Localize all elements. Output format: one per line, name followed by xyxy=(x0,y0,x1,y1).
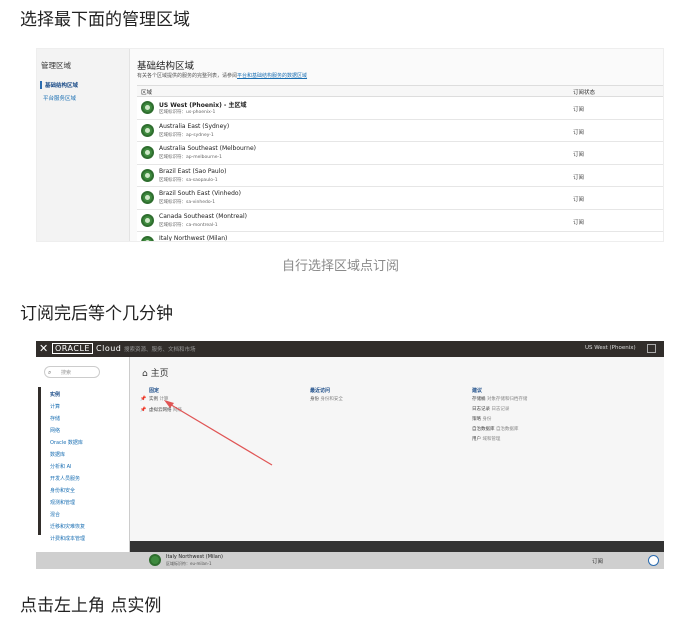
arrow-head xyxy=(164,400,174,408)
region-id: 区域标识符：ca-montreal-1 xyxy=(159,222,218,228)
globe-icon xyxy=(141,213,154,227)
table-header: 区域 订阅状态 xyxy=(137,86,663,97)
sidebar-title: 管理区域 xyxy=(41,61,71,70)
page-title: 基础结构区域 xyxy=(137,61,195,72)
admin-region-sidebar: 管理区域 基础结构区域 平台服务区域 xyxy=(37,49,130,241)
region-name: Australia East (Sydney) xyxy=(159,122,230,130)
table-row: US West (Phoenix) - 主区域 区域标识符：us-phoenix… xyxy=(137,97,663,120)
region-table: 区域 订阅状态 US West (Phoenix) - 主区域 区域标识符：us… xyxy=(137,85,663,242)
region-id: 区域标识符：ap-melbourne-1 xyxy=(159,155,222,160)
sidebar-item-infrastructure[interactable]: 基础结构区域 xyxy=(40,81,78,89)
region-name: Brazil East (Sao Paulo) xyxy=(159,167,227,175)
table-row: Canada Southeast (Montreal) 区域标识符：ca-mon… xyxy=(137,209,663,232)
region-subscription-screenshot: 管理区域 基础结构区域 平台服务区域 基础结构区域 有关各个区域提供的服务的完整… xyxy=(36,48,664,242)
region-id: 区域标识符：ap-sydney-1 xyxy=(159,132,214,138)
region-name: Australia Southeast (Melbourne) xyxy=(159,145,256,152)
services-link[interactable]: 平台和基础结构服务的数据区域 xyxy=(237,73,307,79)
globe-icon xyxy=(141,236,154,241)
region-id: 区域标识符：us-phoenix-1 xyxy=(159,110,216,115)
step-heading-2: 订阅完后等个几分钟 xyxy=(20,304,173,324)
sidebar-item-platform[interactable]: 平台服务区域 xyxy=(40,94,76,102)
col-region: 区域 xyxy=(141,90,153,96)
globe-icon xyxy=(141,168,154,182)
globe-icon xyxy=(141,101,154,114)
subscribe-link[interactable]: 订阅 xyxy=(573,128,584,136)
arrow-line xyxy=(167,402,273,466)
globe-icon xyxy=(141,191,154,204)
region-name: Italy Northwest (Milan) xyxy=(159,235,228,242)
step-heading-1: 选择最下面的管理区域 xyxy=(20,10,190,30)
subscribe-link[interactable]: 订阅 xyxy=(573,195,584,203)
table-row: Australia East (Sydney) 区域标识符：ap-sydney-… xyxy=(137,119,663,142)
region-name: Brazil South East (Vinhedo) xyxy=(159,190,241,197)
subscribe-link[interactable]: 订阅 xyxy=(573,218,584,226)
subscribe-link[interactable]: 订阅 xyxy=(573,105,584,113)
globe-icon xyxy=(141,123,154,137)
subscribe-link[interactable]: 订阅 xyxy=(573,150,584,158)
step-heading-3: 点击左上角 点实例 xyxy=(20,596,162,616)
subscribe-link[interactable]: 订阅 xyxy=(573,240,584,241)
screenshot-caption: 自行选择区域点订阅 xyxy=(281,259,399,274)
table-row: Italy Northwest (Milan) 区域标识符 订阅 xyxy=(137,232,663,242)
region-id: 区域标识符：sa-saopaulo-1 xyxy=(159,177,218,183)
subscribe-link[interactable]: 订阅 xyxy=(573,173,584,181)
table-row: Brazil South East (Vinhedo) 区域标识符：sa-vin… xyxy=(137,187,663,210)
table-row: Australia Southeast (Melbourne) 区域标识符：ap… xyxy=(137,142,663,165)
annotation-arrow xyxy=(164,400,273,466)
region-id: 区域标识符：sa-vinhedo-1 xyxy=(159,200,216,205)
globe-icon xyxy=(141,146,154,159)
region-main: 基础结构区域 有关各个区域提供的服务的完整列表，请参阅平台和基础结构服务的数据区… xyxy=(137,49,663,242)
col-status: 订阅状态 xyxy=(573,90,596,96)
table-row: Brazil East (Sao Paulo) 区域标识符：sa-saopaul… xyxy=(137,164,663,187)
region-name: Canada Southeast (Montreal) xyxy=(159,212,247,220)
oracle-console-screenshot: ✕ ORACLE Cloud 搜索资源、服务、文档和市场 US West (Ph… xyxy=(36,341,664,569)
page-subtitle: 有关各个区域提供的服务的完整列表，请参阅平台和基础结构服务的数据区域 xyxy=(137,73,308,79)
region-name: US West (Phoenix) - 主区域 xyxy=(159,102,247,109)
